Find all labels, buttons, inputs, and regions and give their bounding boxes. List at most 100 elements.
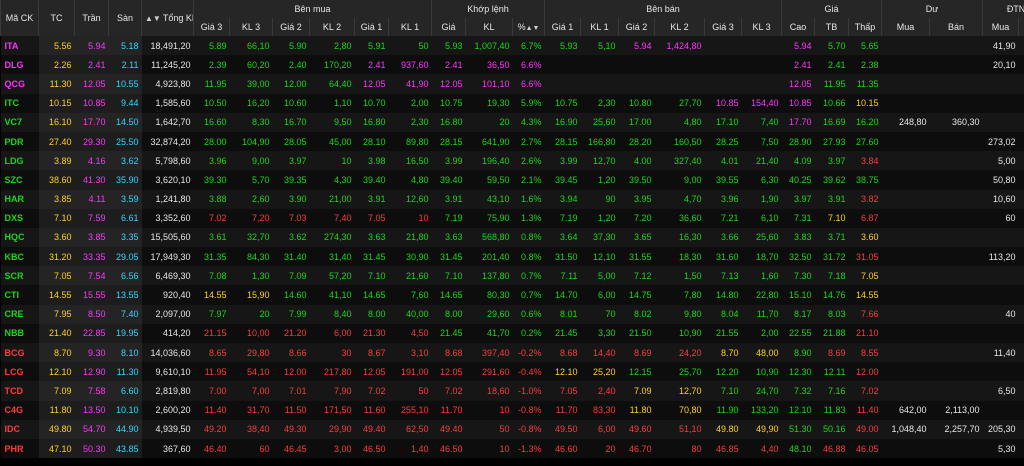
table-row[interactable]: LDG 3.89 4.16 3.62 5,798,60 3.96 9,00 3.97 10 3.9… [0,151,1024,171]
header-reference[interactable]: TC [38,0,75,36]
header-low[interactable]: Thấp [848,18,882,36]
stock-symbol[interactable]: LDG [0,151,39,171]
ask-price1: 14.70 [544,285,581,305]
table-row[interactable]: NBB 21.40 22.85 19.95 414,20 21.15 10,00 21.20 6… [0,323,1024,343]
ask-vol3 [741,55,782,75]
stock-symbol[interactable]: SCR [0,266,39,286]
match-volume: 19,30 [465,93,513,113]
stock-symbol[interactable]: ITA [0,36,39,56]
total-volume: 32,874,20 [141,131,194,152]
reference-price: 7.95 [38,304,75,324]
header-ask-vol1[interactable]: KL 1 [580,18,619,36]
table-row[interactable]: CTI 14.55 15.55 13.55 920,40 14.55 15,90 14.60 4… [0,285,1024,305]
table-row[interactable]: TCD 7.09 7.58 6.60 2,819,80 7.00 7,00 7.01 7,90 7… [0,381,1024,401]
header-floor[interactable]: Sàn [108,0,142,36]
header-high[interactable]: Cao [781,18,815,36]
table-row[interactable]: PHR 47.10 50.30 43.85 367,60 46.40 60 46.45 3,00… [0,438,1024,459]
stock-symbol[interactable]: DLG [0,55,39,75]
header-bid-vol2[interactable]: KL 2 [309,18,355,36]
header-remain-buy[interactable]: Mua [881,18,930,36]
table-row[interactable]: DXS 7.10 7.59 6.61 3,352,60 7.02 7,20 7.03 7,40 7… [0,208,1024,228]
table-row[interactable]: LCG 12.10 12.90 11.30 9,610,10 11.95 54,10 12.0… [0,362,1024,382]
sort-icon[interactable]: ▲▼ [145,14,161,23]
stock-symbol[interactable]: VC7 [0,112,39,132]
stock-symbol[interactable]: HAR [0,189,39,209]
stock-symbol[interactable]: PHR [0,438,39,459]
header-ask-price2[interactable]: Giá 2 [618,18,655,36]
ask-vol3: 1,60 [741,266,782,286]
foreign-sell [1018,400,1024,420]
table-row[interactable]: BCG 8.70 9.30 8.10 14,036,60 8.65 29,80 8.66 30 8… [0,343,1024,363]
stock-symbol[interactable]: NBB [0,323,39,343]
header-total-volume[interactable]: ▲▼ Tổng KL [141,0,194,36]
stock-symbol[interactable]: LCG [0,362,39,382]
bid-vol1: 255,10 [388,400,432,420]
table-row[interactable]: ITC 10.15 10.85 9.44 1,585,60 10.50 16,20 10.60… [0,93,1024,113]
stock-symbol[interactable]: KBC [0,247,39,267]
stock-symbol[interactable]: DXS [0,208,39,228]
remain-sell [929,438,983,459]
table-row[interactable]: VC7 16.10 17.70 14.50 1,642,70 16.60 8,30 16.70… [0,112,1024,132]
header-ask-price3[interactable]: Giá 3 [704,18,742,36]
stock-symbol[interactable]: SZC [0,170,39,190]
table-row[interactable]: SZC 38.60 41.30 35.90 3,620,10 39.30 5,70 39.35… [0,170,1024,190]
stock-symbol[interactable]: IDC [0,419,39,439]
header-bid-price1[interactable]: Giá 1 [354,18,389,36]
table-row[interactable]: PDR 27.40 29.30 25.50 32,874,20 28.00 104,90 28… [0,131,1024,152]
ceiling-price: 5.94 [74,36,109,56]
match-change-pct: -0.8% [512,419,545,439]
stock-symbol[interactable]: HQC [0,227,39,248]
foreign-buy [982,93,1019,113]
price-board-table: Mã CK TC Trần Sàn ▲▼ Tổng KL Bên mua Khớp… [0,0,1024,459]
header-ask-vol3[interactable]: KL 3 [741,18,782,36]
foreign-sell: 3,20 [1018,323,1024,343]
header-ceiling[interactable]: Trần [74,0,109,36]
header-foreign-buy[interactable]: Mua [982,18,1019,36]
header-average[interactable]: TB [814,18,849,36]
ask-vol3: 133,20 [741,400,782,420]
bid-price2: 7.03 [272,208,310,228]
stock-symbol[interactable]: QCG [0,74,39,94]
table-row[interactable]: HAR 3.85 4.11 3.59 1,241,80 3.88 2,60 3.90 21,00… [0,189,1024,209]
table-row[interactable]: KBC 31.20 33.35 29.05 17,949,30 31.35 84,30 31.… [0,247,1024,267]
header-bid-price2[interactable]: Giá 2 [272,18,310,36]
header-bid-price3[interactable]: Giá 3 [193,18,230,36]
ask-vol1: 12,70 [580,151,619,171]
ask-price1 [544,55,581,75]
table-row[interactable]: QCG 11.30 12.05 10.55 4,923,80 11.95 39,00 12.0… [0,74,1024,94]
table-row[interactable]: CRE 7.95 8.50 7.40 2,097,00 7.97 20 7.99 8,40 8.0… [0,304,1024,324]
stock-symbol[interactable]: CTI [0,285,39,305]
low-price: 31.05 [848,247,882,267]
bid-price3: 8.65 [193,343,230,363]
table-row[interactable]: IDC 49.80 54.70 44.90 4,939,50 49.20 38,40 49.3… [0,419,1024,439]
stock-symbol[interactable]: ITC [0,93,39,113]
header-symbol[interactable]: Mã CK [0,0,39,36]
table-row[interactable]: SCR 7.05 7.54 6.56 6,469,30 7.08 1,30 7.09 57,20… [0,266,1024,286]
table-row[interactable]: ITA 5.56 5.94 5.18 18,491,20 5.89 66,10 5.90 2,8… [0,36,1024,56]
header-match-vol[interactable]: KL [465,18,513,36]
ceiling-price: 54.70 [74,419,109,439]
header-bid-vol3[interactable]: KL 3 [229,18,273,36]
header-match-pct[interactable]: %▲▼ [511,18,545,36]
high-price: 7.30 [781,266,815,286]
reference-price: 49.80 [38,419,75,439]
header-foreign-sell[interactable]: Bán [1018,18,1024,36]
header-bid-vol1[interactable]: KL 1 [388,18,432,36]
stock-symbol[interactable]: C4G [0,400,39,420]
stock-symbol[interactable]: CRE [0,304,39,324]
match-volume: 137,80 [465,266,513,286]
header-ask-price1[interactable]: Giá 1 [544,18,581,36]
ask-price2: 10.80 [618,93,655,113]
ask-price1: 3.64 [544,227,581,248]
stock-symbol[interactable]: BCG [0,343,39,363]
table-row[interactable]: C4G 11.80 13.50 10.10 2,600,20 11.40 31,70 11.5… [0,400,1024,420]
sort-icon[interactable]: ▲▼ [526,25,540,32]
ask-vol2: 80 [654,438,705,459]
table-row[interactable]: DLG 2.26 2.41 2.11 11,245,20 2.39 60,20 2.40 170… [0,55,1024,75]
header-ask-vol2[interactable]: KL 2 [654,18,705,36]
table-row[interactable]: HQC 3.60 3.85 3.35 15,505,60 3.61 32,70 3.62 274… [0,227,1024,248]
stock-symbol[interactable]: PDR [0,131,39,152]
stock-symbol[interactable]: TCD [0,381,39,401]
header-remain-sell[interactable]: Bán [929,18,983,36]
header-match-price[interactable]: Giá [431,18,466,36]
